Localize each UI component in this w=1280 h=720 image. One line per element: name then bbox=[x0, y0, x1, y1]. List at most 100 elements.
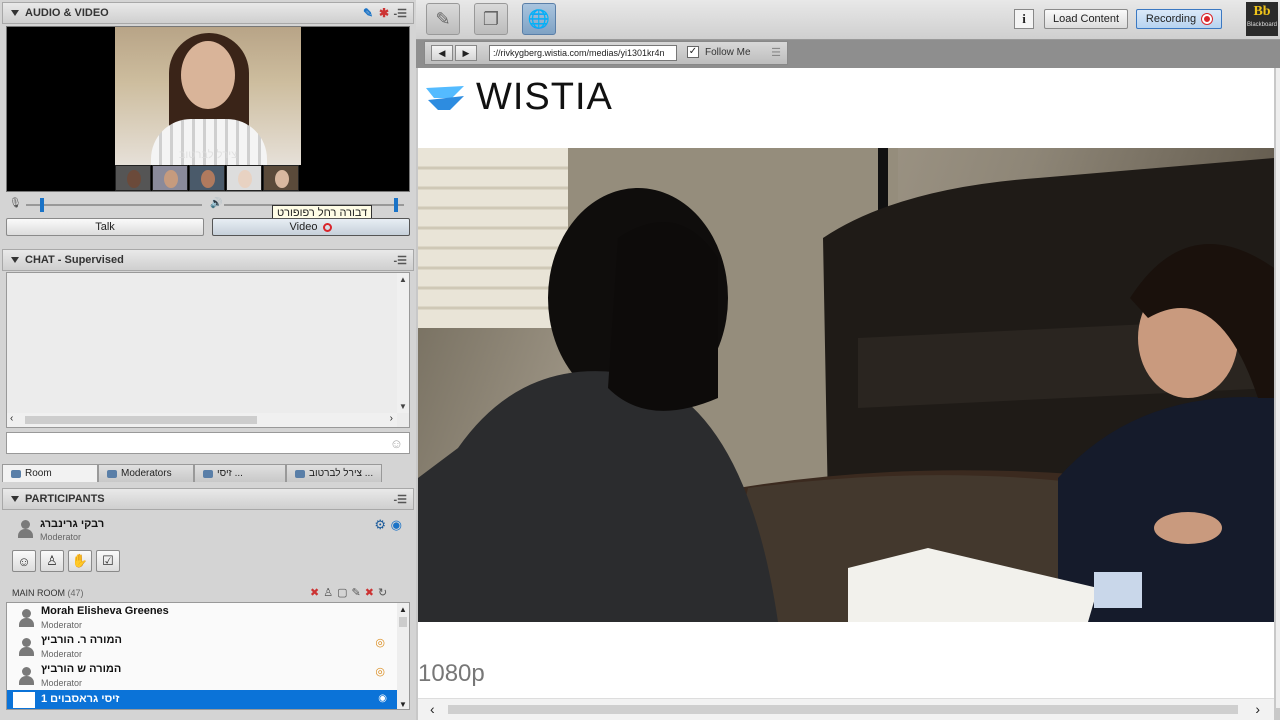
list-item[interactable]: המורה ש הורביץ Moderator ◎ bbox=[7, 661, 397, 690]
recording-label: Recording bbox=[1145, 13, 1197, 25]
edit-permissions-icon[interactable]: ✎ bbox=[352, 586, 361, 599]
video-thumbnail[interactable] bbox=[152, 165, 188, 191]
wistia-wordmark: WISTIA bbox=[476, 76, 613, 118]
web-tour-button[interactable]: 🌐 bbox=[522, 3, 556, 35]
user-search-icon[interactable]: ♙ bbox=[323, 586, 333, 599]
audio-wizard-icon[interactable]: ✎ bbox=[363, 6, 373, 20]
globe-icon: ◉ bbox=[390, 517, 402, 532]
video-button[interactable]: Video bbox=[212, 218, 410, 236]
step-away-button[interactable]: ♙ bbox=[40, 550, 64, 572]
tab-private-chat-2[interactable]: צירל לברטוב ... bbox=[286, 464, 382, 482]
chat-horizontal-scrollbar[interactable]: ‹ › bbox=[7, 413, 397, 427]
collapse-arrow-icon[interactable] bbox=[11, 10, 19, 16]
remove-user-icon[interactable]: ✖ bbox=[310, 586, 319, 599]
info-icon[interactable]: i bbox=[1014, 9, 1034, 29]
recording-button[interactable]: Recording bbox=[1136, 9, 1222, 29]
participant-name: Morah Elisheva Greenes bbox=[41, 605, 169, 617]
camera-on-icon bbox=[323, 222, 333, 232]
top-toolbar: ✎ ❐ 🌐 i Load Content Recording Bb Blackb… bbox=[416, 0, 1280, 40]
audio-video-header[interactable]: AUDIO & VIDEO ✎ ✱ -☰ bbox=[2, 2, 414, 24]
collapse-arrow-icon[interactable] bbox=[11, 496, 19, 502]
page-vertical-scrollbar[interactable] bbox=[1276, 68, 1280, 708]
bb-logo-text: Bb bbox=[1253, 4, 1271, 19]
talk-label: Talk bbox=[95, 221, 115, 233]
status-toolbar: ☺ ♙ ✋ ☑ bbox=[12, 550, 120, 572]
video-thumbnail[interactable] bbox=[189, 165, 225, 191]
participants-title: PARTICIPANTS bbox=[25, 493, 105, 505]
forward-arrow-icon[interactable]: ▶ bbox=[455, 45, 477, 61]
bb-caption: Blackboard bbox=[1246, 22, 1278, 28]
tab-room[interactable]: Room bbox=[2, 464, 98, 482]
raise-hand-button[interactable]: ✋ bbox=[68, 550, 92, 572]
disable-audio-icon[interactable]: ✖ bbox=[365, 586, 374, 599]
windows-icon: ❐ bbox=[482, 8, 500, 29]
app-share-button[interactable]: ❐ bbox=[474, 3, 508, 35]
mic-volume-track[interactable] bbox=[26, 204, 202, 206]
room-name: MAIN ROOM bbox=[12, 588, 65, 598]
camera-icon: ◎ bbox=[375, 666, 385, 678]
video-area: צירל לברטוב bbox=[6, 26, 410, 192]
panel-menu-icon[interactable]: -☰ bbox=[393, 493, 407, 506]
globe-icon: 🌐 bbox=[527, 8, 551, 29]
list-item-selected[interactable]: זיסי גראסבוים 1 ◉ bbox=[7, 690, 397, 709]
participants-header[interactable]: PARTICIPANTS -☰ bbox=[2, 488, 414, 510]
options-menu-icon[interactable]: ☰ bbox=[771, 46, 781, 59]
resolution-label: 1080p bbox=[418, 660, 485, 687]
page-horizontal-scrollbar[interactable]: ‹ › bbox=[418, 698, 1274, 720]
user-avatar-icon bbox=[19, 609, 34, 627]
video-thumbnail[interactable] bbox=[226, 165, 262, 191]
wistia-logo[interactable]: WISTIA bbox=[426, 76, 613, 119]
chat-input[interactable]: ☺ bbox=[6, 432, 410, 454]
video-player[interactable] bbox=[418, 148, 1274, 622]
microphone-icon: 🎙 bbox=[9, 198, 22, 209]
url-field[interactable]: ://rivkygberg.wistia.com/medias/yi1301kr… bbox=[489, 45, 677, 61]
history-icon[interactable]: ↻ bbox=[378, 586, 387, 599]
video-settings-icon[interactable]: ✱ bbox=[379, 6, 389, 20]
camera-icon: ◎ bbox=[375, 637, 385, 649]
poll-response-button[interactable]: ☑ bbox=[96, 550, 120, 572]
chat-title: CHAT - Supervised bbox=[25, 254, 124, 266]
tab-private-chat-1[interactable]: זיסי ... bbox=[194, 464, 286, 482]
collapse-arrow-icon[interactable] bbox=[11, 257, 19, 263]
panel-menu-icon[interactable]: -☰ bbox=[393, 7, 407, 20]
mic-volume-handle[interactable] bbox=[40, 198, 44, 212]
chat-icon[interactable]: ▢ bbox=[337, 586, 347, 599]
participant-list[interactable]: Morah Elisheva Greenes Moderator המורה ר… bbox=[6, 602, 410, 710]
audio-video-title: AUDIO & VIDEO bbox=[25, 7, 109, 19]
panel-menu-icon[interactable]: -☰ bbox=[393, 254, 407, 267]
talk-button[interactable]: Talk bbox=[6, 218, 204, 236]
list-item[interactable]: Morah Elisheva Greenes Moderator bbox=[7, 603, 397, 632]
status-icon: ◉ bbox=[378, 693, 387, 704]
tab-label: צירל לברטוב ... bbox=[309, 468, 374, 479]
emoticon-status-button[interactable]: ☺ bbox=[12, 550, 36, 572]
room-tool-icons: ✖ ♙ ▢ ✎ ✖ ↻ bbox=[310, 586, 387, 599]
chat-messages[interactable]: ▲ ▼ ‹ › bbox=[6, 272, 410, 428]
speaker-volume-handle[interactable] bbox=[394, 198, 398, 212]
tab-label: Room bbox=[25, 468, 52, 479]
participant-role: Moderator bbox=[41, 678, 83, 688]
chat-header[interactable]: CHAT - Supervised -☰ bbox=[2, 249, 414, 271]
list-item[interactable]: המורה ר. הורביץ Moderator ◎ bbox=[7, 632, 397, 661]
chat-tabs: Room Moderators זיסי ... צירל לברטוב ... bbox=[2, 464, 414, 482]
back-arrow-icon[interactable]: ◀ bbox=[431, 45, 453, 61]
follow-me-label: Follow Me bbox=[705, 47, 751, 58]
load-content-button[interactable]: Load Content bbox=[1044, 9, 1128, 29]
video-thumbnail[interactable] bbox=[115, 165, 151, 191]
video-thumbnails bbox=[115, 165, 299, 191]
user-avatar-icon bbox=[18, 520, 33, 538]
tab-moderators[interactable]: Moderators bbox=[98, 464, 194, 482]
whiteboard-button[interactable]: ✎ bbox=[426, 3, 460, 35]
video-thumbnail[interactable] bbox=[263, 165, 299, 191]
participant-role: Moderator bbox=[41, 649, 83, 659]
chat-vertical-scrollbar[interactable]: ▲ ▼ bbox=[397, 273, 409, 413]
emoticon-icon[interactable]: ☺ bbox=[390, 436, 403, 451]
my-participant-row[interactable]: רבקי גרינברג Moderator ⚙ ◉ bbox=[6, 514, 410, 544]
whiteboard-icon: ✎ bbox=[435, 8, 451, 29]
participant-name: המורה ר. הורביץ bbox=[41, 634, 122, 646]
participant-scrollbar[interactable]: ▲ ▼ bbox=[397, 603, 409, 709]
left-sidebar: AUDIO & VIDEO ✎ ✱ -☰ צירל לברטוב 🎙 🔊 דבו… bbox=[0, 0, 416, 720]
blackboard-logo[interactable]: Bb Blackboard bbox=[1246, 2, 1278, 36]
follow-me-checkbox[interactable]: ✓ bbox=[687, 46, 699, 58]
content-area: ✎ ❐ 🌐 i Load Content Recording Bb Blackb… bbox=[416, 0, 1280, 720]
participant-role: Moderator bbox=[41, 620, 83, 630]
